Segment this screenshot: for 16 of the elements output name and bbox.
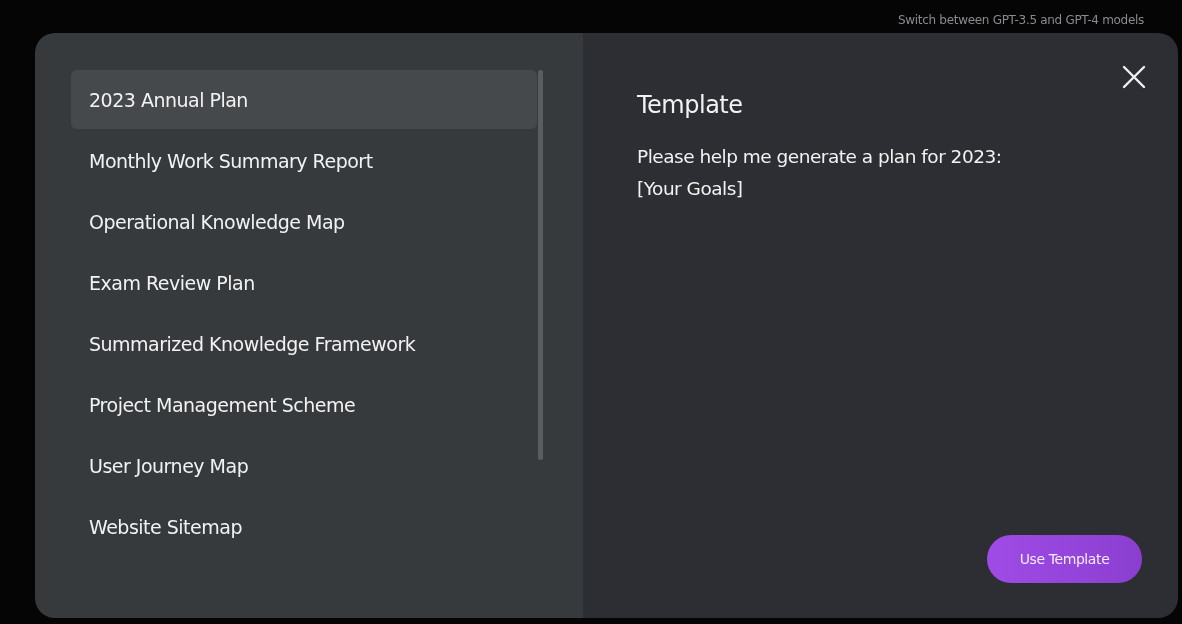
template-text: Please help me generate a plan for 2023:: [637, 145, 1003, 169]
template-title: Template: [637, 91, 744, 119]
template-text: [Your Goals]: [637, 177, 744, 201]
template-item[interactable]: Summarized Knowledge Framework: [71, 314, 537, 373]
template-item[interactable]: User Journey Map: [71, 436, 537, 495]
use-template-button[interactable]: Use Template: [987, 535, 1142, 583]
template-item[interactable]: Exam Review Plan: [71, 253, 537, 312]
template-item[interactable]: 2023 Annual Plan: [71, 70, 537, 129]
template-item[interactable]: Operational Knowledge Map: [71, 192, 537, 251]
template-item[interactable]: Project Management Scheme: [71, 375, 537, 434]
close-button[interactable]: [1120, 63, 1148, 91]
model-switch-hint: Switch between GPT-3.5 and GPT-4 models: [897, 13, 1144, 27]
template-item[interactable]: Website Sitemap: [71, 497, 537, 556]
close-icon: [1120, 63, 1148, 91]
scrollbar[interactable]: [538, 70, 543, 460]
template-item[interactable]: Monthly Work Summary Report: [71, 131, 537, 190]
